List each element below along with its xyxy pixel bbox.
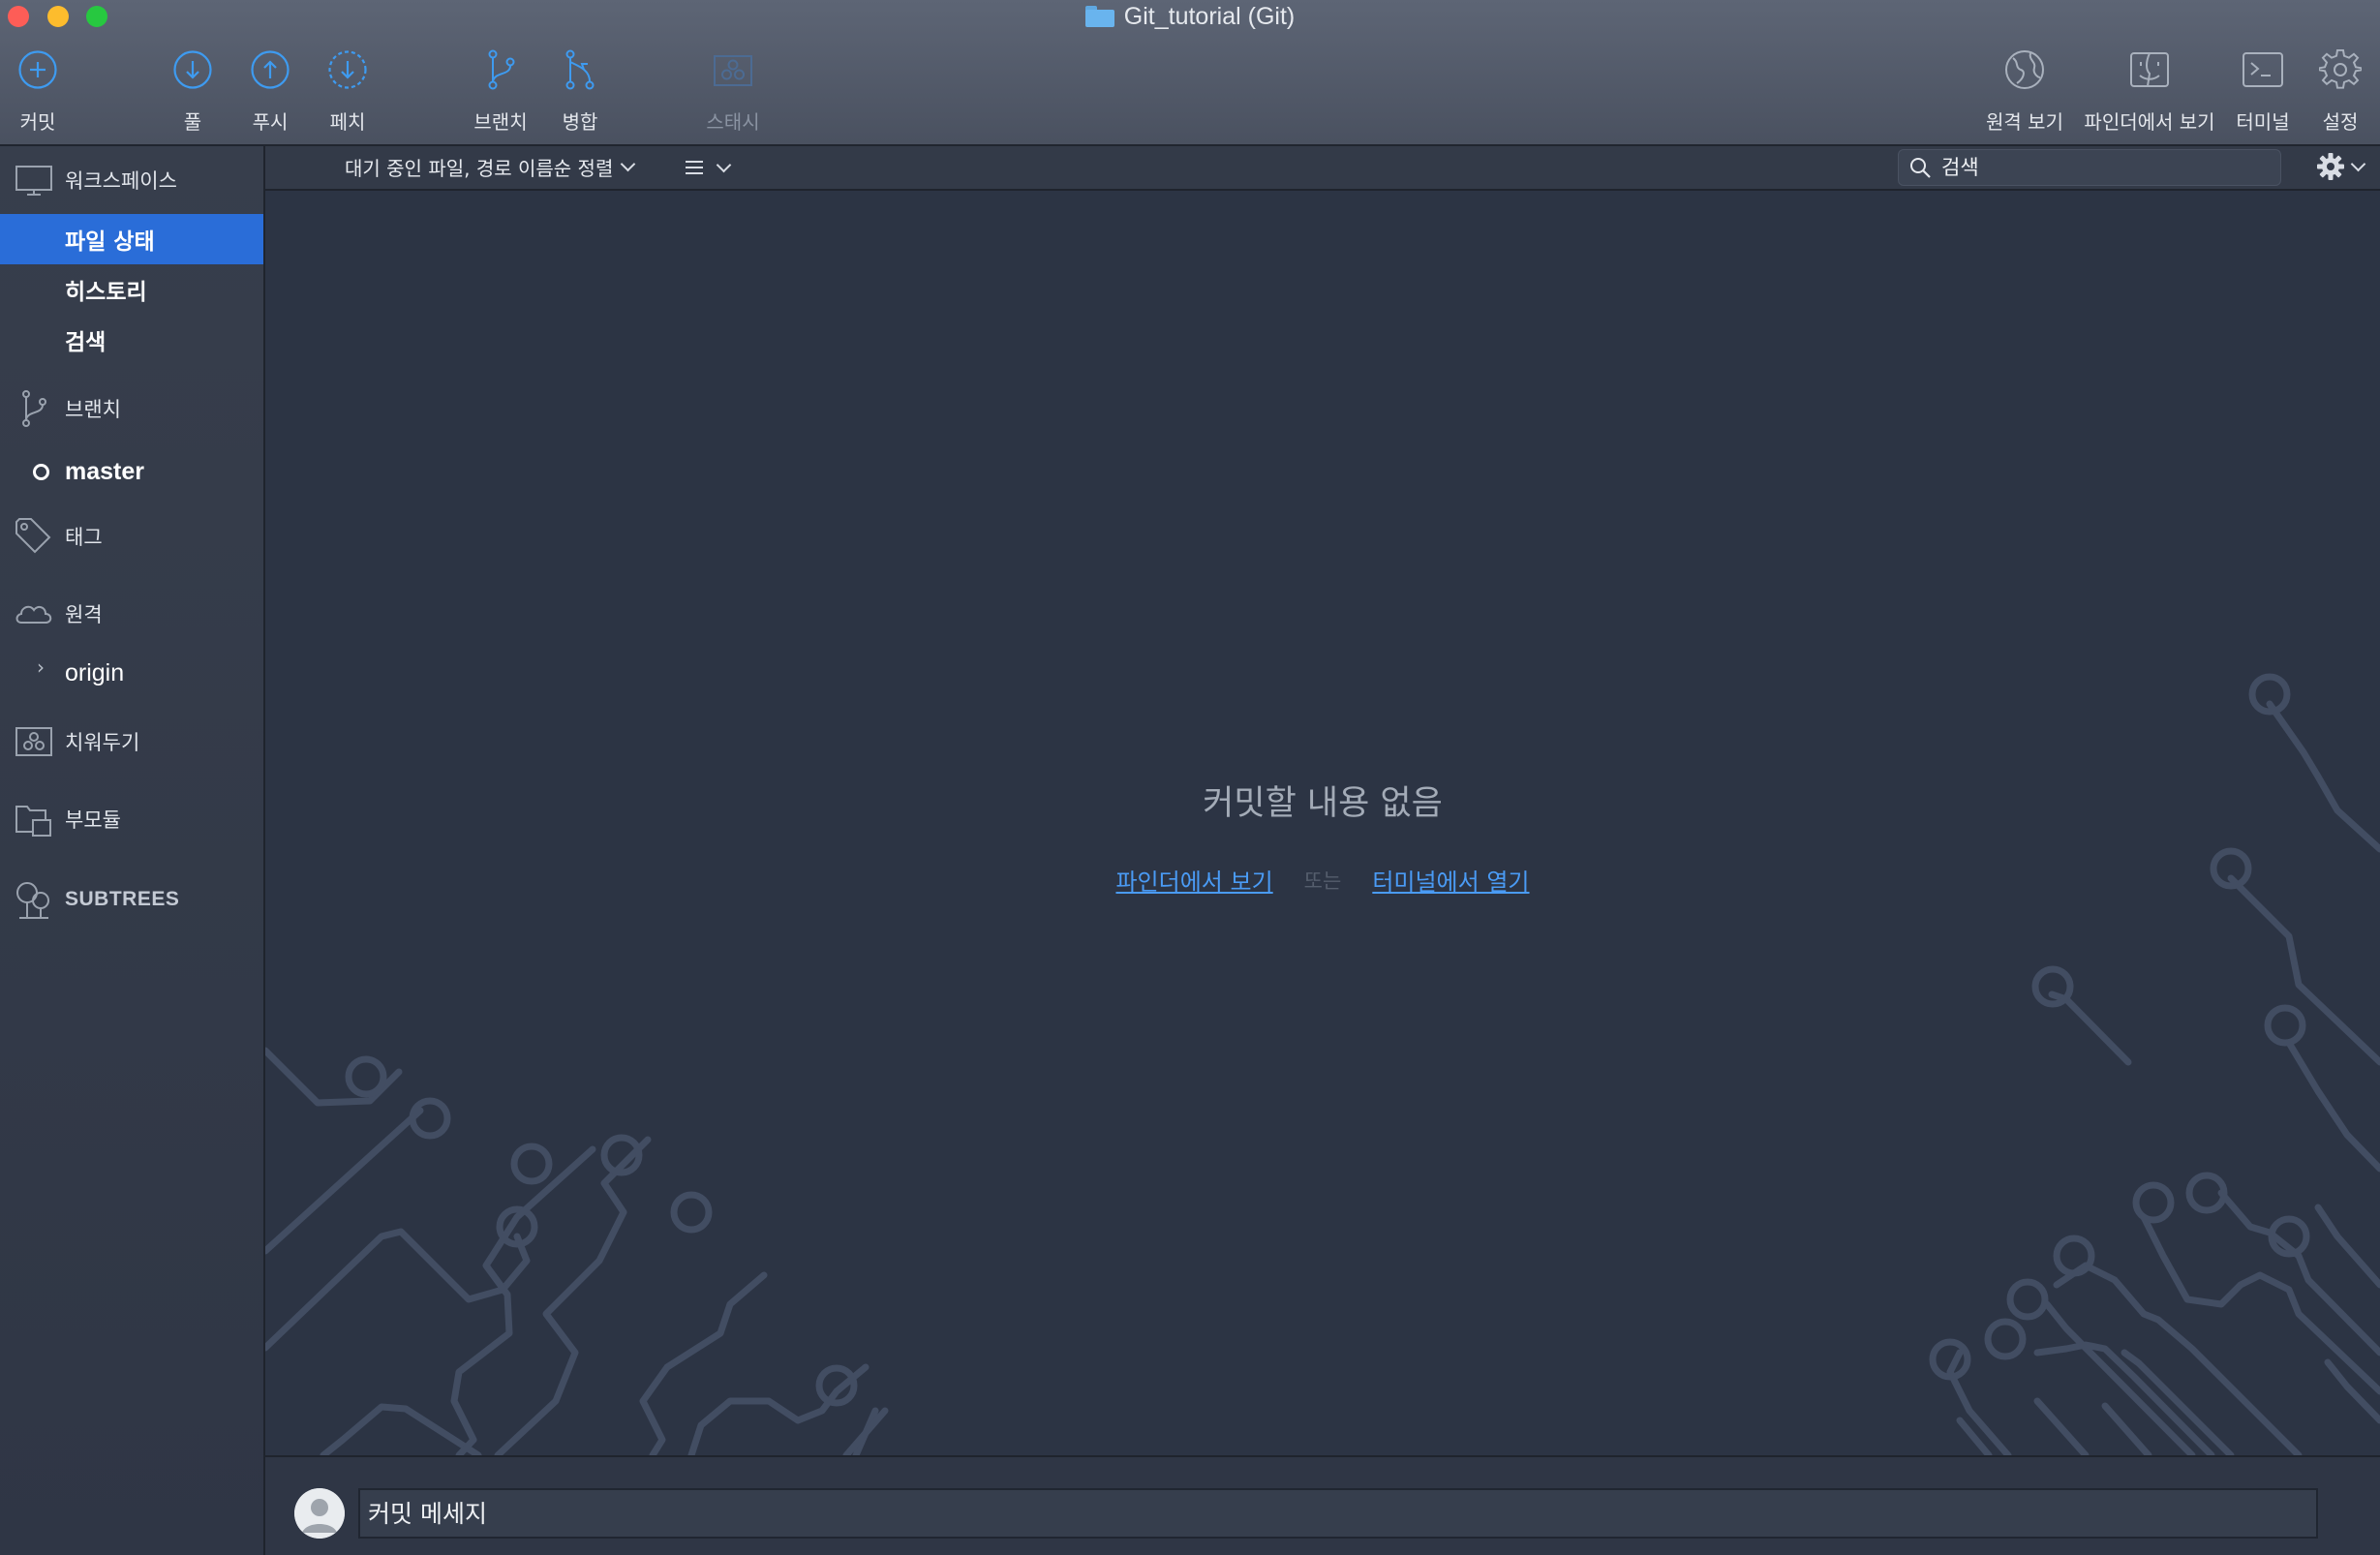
sort-dropdown-label: 대기 중인 파일, 경로 이름순 정렬 [345, 156, 614, 180]
arrow-up-circle-icon [251, 50, 290, 89]
sidebar-item-branch-master[interactable]: master [0, 446, 263, 497]
finder-icon [2130, 52, 2169, 87]
cloud-icon [15, 605, 52, 624]
sidebar-item-label: 파일 상태 [65, 229, 155, 255]
fetch-label: 페치 [329, 110, 366, 134]
folder-icon [1084, 6, 1114, 27]
view-mode-dropdown[interactable] [684, 152, 732, 183]
sidebar-section-label: 원격 [65, 603, 103, 626]
search-input[interactable] [1939, 155, 2253, 180]
file-list-header: 대기 중인 파일, 경로 이름순 정렬 [265, 146, 2380, 191]
chevron-down-icon [716, 157, 732, 172]
toolbar: Git_tutorial (Git) 커밋 풀 푸시 페치 브랜치 병합 스태시… [0, 0, 2380, 146]
sidebar-item-label: 검색 [65, 330, 107, 355]
open-in-terminal-link[interactable]: 터미널에서 열기 [1372, 863, 1529, 897]
window-title-bar: Git_tutorial (Git) [0, 0, 2380, 33]
terminal-label: 터미널 [2236, 110, 2290, 134]
sidebar-section-branches[interactable]: 브랜치 [0, 384, 263, 433]
open-in-finder-link[interactable]: 파인더에서 보기 [1115, 863, 1272, 897]
globe-icon [2005, 50, 2044, 89]
sidebar-section-subtrees[interactable]: SUBTREES [0, 875, 263, 924]
remote-view-button[interactable]: 원격 보기 [1971, 48, 2078, 135]
settings-button[interactable]: 설정 [2287, 48, 2380, 135]
merge-label: 병합 [562, 110, 598, 134]
sidebar-section-stashes[interactable]: 치워두기 [0, 717, 263, 766]
sidebar-item-label: origin [65, 658, 125, 686]
tree-icon [16, 882, 49, 919]
sidebar-section-label: SUBTREES [65, 888, 180, 910]
options-gear-dropdown[interactable] [2316, 150, 2366, 183]
stash-button[interactable]: 스태시 [680, 48, 786, 135]
fetch-button[interactable]: 페치 [294, 48, 401, 135]
chevron-right-icon[interactable]: › [37, 656, 45, 679]
chevron-down-icon [621, 156, 636, 171]
remote-view-label: 원격 보기 [1986, 110, 2063, 134]
sidebar-section-tags[interactable]: 태그 [0, 512, 263, 561]
finder-view-label: 파인더에서 보기 [2084, 110, 2215, 134]
sidebar: 워크스페이스 파일 상태 히스토리 검색 브랜치 master 태그 원격 › … [0, 146, 265, 1555]
commit-label: 커밋 [19, 110, 56, 134]
push-label: 푸시 [252, 110, 289, 134]
sidebar-section-label: 치워두기 [65, 731, 140, 754]
sidebar-item-history[interactable]: 히스토리 [0, 264, 263, 315]
sort-dropdown[interactable]: 대기 중인 파일, 경로 이름순 정렬 [345, 150, 636, 183]
stash-box-icon [15, 727, 52, 756]
gear-icon [2317, 153, 2344, 180]
merge-icon [565, 49, 595, 90]
commit-message-input[interactable] [358, 1488, 2318, 1539]
chevron-down-icon [2350, 156, 2366, 171]
gear-icon [2319, 48, 2362, 89]
stash-label: 스태시 [706, 110, 760, 134]
sourcetree-window: Git_tutorial (Git) 커밋 풀 푸시 페치 브랜치 병합 스태시… [0, 0, 2380, 1555]
empty-state-separator: 또는 [1303, 869, 1342, 893]
plus-circle-icon [18, 50, 57, 89]
sidebar-section-workspace[interactable]: 워크스페이스 [0, 156, 263, 204]
sidebar-section-label: 태그 [65, 526, 103, 549]
dashed-arrow-down-circle-icon [328, 50, 367, 89]
branch-icon [22, 390, 46, 427]
current-branch-indicator-icon [33, 463, 49, 480]
sidebar-section-label: 부모듈 [65, 808, 121, 832]
stash-box-icon [714, 55, 752, 86]
sidebar-section-submodules[interactable]: 부모듈 [0, 795, 263, 843]
file-status-empty-view: 커밋할 내용 없음 파인더에서 보기 또는 터미널에서 열기 [265, 191, 2380, 1455]
submodule-folder-icon [15, 806, 51, 837]
empty-state-title: 커밋할 내용 없음 [1203, 784, 1443, 823]
monitor-icon [15, 166, 52, 196]
user-avatar-icon [294, 1488, 345, 1539]
sidebar-item-search[interactable]: 검색 [0, 315, 263, 365]
commit-message-bar [265, 1455, 2380, 1555]
avatar [294, 1488, 345, 1539]
pull-label: 풀 [183, 110, 202, 134]
settings-label: 설정 [2322, 110, 2359, 134]
sidebar-item-file-status[interactable]: 파일 상태 [0, 214, 263, 264]
sidebar-section-remotes[interactable]: 원격 [0, 590, 263, 638]
arrow-down-circle-icon [173, 50, 212, 89]
sidebar-item-label: 히스토리 [65, 280, 147, 305]
sidebar-item-remote-origin[interactable]: › origin [0, 648, 263, 698]
branch-icon [488, 49, 515, 90]
sidebar-section-label: 브랜치 [65, 398, 121, 421]
sidebar-section-label: 워크스페이스 [65, 169, 177, 193]
merge-button[interactable]: 병합 [527, 48, 633, 135]
empty-state-actions: 파인더에서 보기 또는 터미널에서 열기 [265, 863, 2380, 897]
sidebar-item-label: master [65, 457, 144, 485]
branch-label: 브랜치 [473, 110, 528, 134]
commit-button[interactable]: 커밋 [0, 48, 91, 135]
list-icon [686, 161, 703, 174]
tag-icon [15, 518, 51, 554]
search-icon [1910, 158, 1931, 178]
finder-view-button[interactable]: 파인더에서 보기 [2084, 48, 2215, 135]
window-title: Git_tutorial (Git) [1123, 2, 1296, 30]
terminal-icon [2243, 52, 2283, 87]
search-field[interactable] [1898, 149, 2281, 186]
